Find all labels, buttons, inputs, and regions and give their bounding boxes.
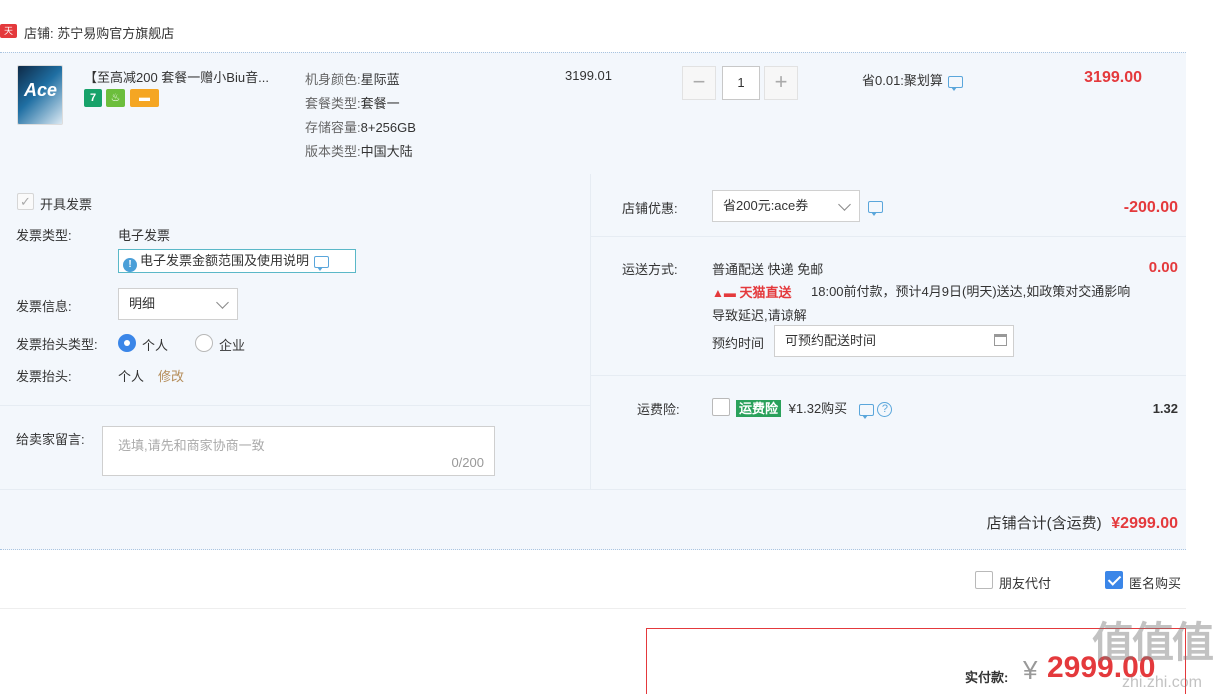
help-icon[interactable]: ? (877, 402, 893, 418)
invoice-toggle-label: 开具发票 (40, 197, 93, 212)
discount-chat-icon[interactable] (868, 200, 883, 216)
info-icon: ! (123, 258, 137, 272)
message-placeholder: 选填,请先和商家协商一致 (118, 438, 265, 453)
chevron-down-icon (216, 296, 229, 309)
store-total-value: ¥2999.00 (1111, 515, 1178, 532)
watermark-logo: 值值值 (1091, 619, 1214, 666)
appointment-time-input[interactable]: 可预约配送时间 (774, 325, 1014, 357)
invoice-type-label: 发票类型: (16, 228, 72, 243)
order-detail-panel: ✓ 开具发票 发票类型: 电子发票 ! 电子发票金额范围及使用说明 发票信息: 明… (0, 174, 1186, 550)
service-guarantee-icon[interactable]: ♨ (106, 89, 125, 107)
radio-company-label[interactable]: 企业 (219, 335, 245, 354)
insurance-amount: 1.32 (1152, 401, 1178, 416)
shipping-label: 运送方式: (622, 262, 678, 277)
product-thumbnail-text: Ace (24, 80, 58, 100)
item-subtotal: 3199.00 (1084, 69, 1142, 86)
invoice-chat-icon[interactable] (314, 255, 330, 271)
promo-text: 省0.01:聚划算 (862, 73, 943, 88)
radio-personal-label[interactable]: 个人 (142, 335, 168, 354)
discount-label: 店铺优惠: (622, 201, 678, 216)
unit-price: 3199.01 (565, 68, 612, 83)
shipping-divider (591, 375, 1186, 376)
payment-currency: ¥ (1023, 655, 1038, 685)
discount-amount: -200.00 (1123, 199, 1178, 216)
attr-package: 套餐类型:套餐一 (305, 96, 400, 111)
invoice-info-select[interactable]: 明细 (118, 288, 238, 320)
store-total-row: 店铺合计(含运费) ¥2999.00 (0, 489, 1186, 550)
radio-company[interactable] (195, 334, 213, 352)
tmall-direct-badge: ▲▬ 天猫直送 (712, 285, 792, 300)
payment-label: 实付款: (965, 670, 1009, 685)
insurance-checkbox[interactable] (712, 398, 730, 416)
quantity-input[interactable]: 1 (722, 66, 760, 100)
invoice-title-label: 发票抬头: (16, 369, 72, 384)
shop-name[interactable]: 店铺: 苏宁易购官方旗舰店 (24, 23, 174, 42)
attr-storage: 存储容量:8+256GB (305, 120, 416, 135)
store-total-label: 店铺合计(含运费) (986, 515, 1102, 532)
invoice-info-label: 发票信息: (16, 299, 72, 314)
tmall-cat-icon: ▲▬ (712, 286, 736, 300)
promo-info: 省0.01:聚划算 (862, 70, 963, 91)
insurance-label: 运费险: (637, 402, 680, 417)
message-counter: 0/200 (451, 455, 484, 470)
attr-color: 机身颜色:星际蓝 (305, 72, 400, 87)
bottom-separator (0, 608, 1186, 609)
quantity-decrease-button[interactable]: − (682, 66, 716, 100)
invoice-edit-link[interactable]: 修改 (158, 366, 184, 385)
anonymous-checkbox[interactable] (1105, 571, 1123, 589)
shipping-note-line2: 导致延迟,请谅解 (712, 308, 807, 323)
appointment-label: 预约时间 (712, 336, 765, 351)
shipping-note-line1: 18:00前付款，预计4月9日(明天)送达,如政策对交通影响 (811, 284, 1131, 299)
discount-select[interactable]: 省200元:ace券 (712, 190, 860, 222)
discount-divider (591, 236, 1186, 237)
left-section-divider (0, 405, 590, 406)
attr-version: 版本类型:中国大陆 (305, 144, 413, 159)
quantity-stepper: − 1 + (682, 66, 798, 100)
anonymous-label[interactable]: 匿名购买 (1129, 573, 1181, 592)
promo-chat-icon[interactable] (947, 75, 963, 91)
tmall-badge: 天猫 (0, 24, 17, 50)
invoice-checkbox[interactable]: ✓ (17, 193, 34, 210)
shipping-amount: 0.00 (1148, 259, 1178, 276)
product-attributes: 机身颜色:星际蓝 套餐类型:套餐一 存储容量:8+256GB 版本类型:中国大陆 (305, 68, 416, 164)
insurance-tag: 运费险 (736, 400, 782, 417)
panel-divider (590, 174, 591, 489)
invoice-type-value: 电子发票 (118, 228, 171, 243)
product-thumbnail[interactable]: Ace (17, 65, 63, 125)
shipping-method: 普通配送 快递 免邮 (712, 262, 824, 277)
seven-day-return-icon[interactable]: 7 (84, 89, 102, 107)
calendar-icon[interactable] (994, 334, 1007, 346)
invoice-title-type-label: 发票抬头类型: (16, 337, 98, 352)
invoice-title-value: 个人 (118, 369, 145, 384)
credit-card-icon[interactable]: ▬ (130, 89, 159, 107)
insurance-desc: ¥1.32购买 (788, 401, 848, 416)
friend-pay-label[interactable]: 朋友代付 (999, 573, 1051, 592)
insurance-chat-icon[interactable] (858, 403, 874, 419)
chevron-down-icon (838, 198, 851, 211)
message-label: 给卖家留言: (16, 432, 85, 447)
product-title[interactable]: 【至高减200 套餐一赠小Biu音... (84, 67, 299, 86)
shop-header: 天猫 店铺: 苏宁易购官方旗舰店 (0, 18, 1186, 50)
seller-message-input[interactable]: 选填,请先和商家协商一致 0/200 (102, 426, 495, 476)
invoice-info-link[interactable]: ! 电子发票金额范围及使用说明 (118, 249, 356, 273)
cart-item-row: Ace 【至高减200 套餐一赠小Biu音... 7 ♨ ▬ 机身颜色:星际蓝 … (0, 52, 1186, 174)
watermark-text: zhi.zhi.com (1121, 674, 1202, 691)
friend-pay-checkbox[interactable] (975, 571, 993, 589)
radio-personal[interactable] (118, 334, 136, 352)
quantity-increase-button[interactable]: + (764, 66, 798, 100)
